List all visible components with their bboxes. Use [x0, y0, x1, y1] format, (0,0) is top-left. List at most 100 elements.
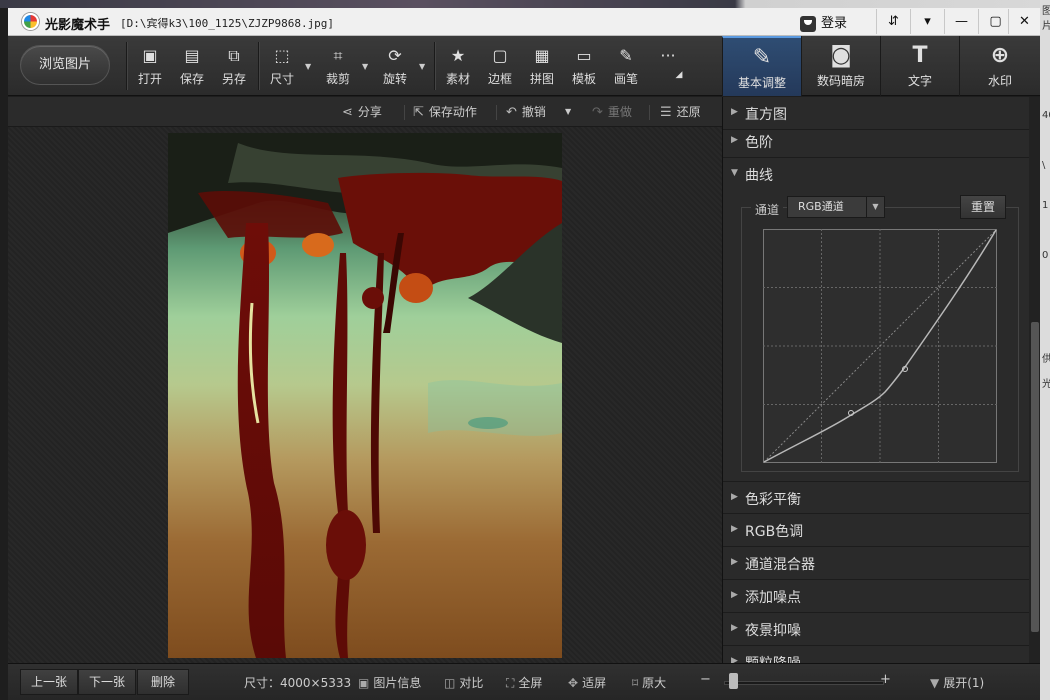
image-canvas[interactable]: [8, 127, 722, 663]
section-label: 通道混合器: [745, 557, 815, 573]
fullscreen-icon: ⛶: [506, 676, 515, 690]
section-grain-denoise[interactable]: ▶ 颗粒降噪: [723, 646, 1029, 663]
save-button[interactable]: ▤ 保存: [172, 44, 212, 90]
tab-label: 水印: [987, 74, 1012, 88]
save-action-button[interactable]: ⇱ 保存动作: [413, 103, 477, 120]
user-icon: [800, 15, 816, 32]
tab-label: 基本调整: [737, 76, 786, 90]
fullscreen-button[interactable]: ⛶ 全屏: [506, 674, 542, 691]
share-label: 分享: [357, 105, 382, 119]
next-image-button[interactable]: 下一张: [78, 669, 136, 695]
section-channel-mixer[interactable]: ▶ 通道混合器: [723, 547, 1029, 580]
app-logo-icon: [22, 13, 39, 30]
chevron-right-icon: ▶: [731, 135, 738, 145]
skin-button[interactable]: ⇵: [876, 9, 910, 34]
scrollbar-thumb[interactable]: [1031, 322, 1039, 632]
tab-text[interactable]: T 文字: [880, 36, 959, 96]
fit-screen-button[interactable]: ✥ 适屏: [568, 674, 606, 691]
desktop-background: [0, 0, 1050, 8]
save-as-button[interactable]: ⧉ 另存: [214, 44, 254, 90]
rotate-button[interactable]: ⟳ 旋转: [375, 44, 415, 90]
expand-button[interactable]: ▼ 展开(1): [930, 674, 984, 691]
prev-image-button[interactable]: 上一张: [20, 669, 78, 695]
section-rgb-tone[interactable]: ▶ RGB色调: [723, 514, 1029, 547]
section-label: 色阶: [745, 135, 773, 151]
desktop-text: \: [1042, 160, 1046, 171]
image-size-text: 尺寸：4000×5333: [244, 676, 352, 690]
section-color-balance[interactable]: ▶ 色彩平衡: [723, 481, 1029, 514]
section-curves[interactable]: ▼ 曲线: [723, 158, 1029, 191]
save-as-label: 另存: [221, 72, 246, 86]
maximize-button[interactable]: ▢: [978, 9, 1012, 34]
section-label: 添加噪点: [745, 590, 801, 606]
template-button[interactable]: ▭ 模板: [564, 44, 604, 90]
section-add-noise[interactable]: ▶ 添加噪点: [723, 580, 1029, 613]
login-button[interactable]: 登录: [800, 12, 880, 33]
more-tools-button[interactable]: ··· ◢: [648, 44, 688, 90]
close-button[interactable]: ✕: [1008, 9, 1040, 34]
triangle-down-icon: ▼: [930, 676, 940, 690]
more-icon: ···: [660, 46, 676, 65]
zoom-out-button[interactable]: −: [700, 672, 711, 687]
chevron-down-icon: ▼: [866, 197, 884, 217]
resize-button[interactable]: ⬚ 尺寸: [262, 44, 302, 90]
panel-tabs: ✎ 基本调整 ◙ 数码暗房 T 文字 ⊕ 水印: [722, 36, 1040, 96]
section-label: RGB色调: [745, 524, 804, 540]
reset-curve-button[interactable]: 重置: [960, 195, 1006, 219]
bottom-bar: 上一张 下一张 删除 尺寸：4000×5333 ▣ 图片信息 ◫ 对比 ⛶ 全屏 ✥ 适…: [8, 663, 1040, 700]
rotate-dropdown-icon[interactable]: ▼: [419, 62, 425, 71]
toolbar-divider: [258, 42, 259, 90]
desktop-text: 光: [1042, 379, 1050, 390]
resize-dropdown-icon[interactable]: ▼: [305, 62, 311, 71]
app-root: 图片 4000 \ 1 0 供 光 光影魔术手 [D:\宾得k3\100_112…: [0, 0, 1050, 700]
section-label: 颗粒降噪: [745, 653, 801, 663]
brush-button[interactable]: ✎ 画笔: [606, 44, 646, 90]
delete-button[interactable]: 删除: [137, 669, 189, 695]
chevron-right-icon: ▶: [731, 590, 738, 600]
action-divider: [649, 105, 650, 120]
minimize-button[interactable]: —: [944, 9, 978, 34]
zoom-in-button[interactable]: +: [880, 672, 891, 687]
undo-dropdown-icon[interactable]: ▼: [565, 107, 571, 116]
section-night-denoise[interactable]: ▶ 夜景抑噪: [723, 613, 1029, 646]
info-icon: ▣: [358, 676, 370, 690]
chevron-down-icon: ▼: [731, 168, 738, 178]
browse-images-button[interactable]: 浏览图片: [20, 45, 110, 85]
crop-dropdown-icon[interactable]: ▼: [362, 62, 368, 71]
resize-label: 尺寸: [269, 72, 294, 86]
text-icon: T: [912, 43, 928, 68]
zoom-slider-track[interactable]: [724, 681, 884, 685]
curve-editor[interactable]: [763, 229, 997, 463]
section-levels[interactable]: ▶ 色阶: [723, 125, 1029, 158]
share-button[interactable]: ⋖ 分享: [342, 103, 382, 120]
desktop-text: 1: [1042, 200, 1049, 211]
collage-button[interactable]: ▦ 拼图: [522, 44, 562, 90]
tab-basic-adjust[interactable]: ✎ 基本调整: [722, 36, 801, 96]
tab-darkroom[interactable]: ◙ 数码暗房: [801, 36, 880, 96]
chevron-right-icon: ▶: [731, 107, 738, 117]
zoom-slider-thumb[interactable]: [728, 673, 738, 689]
undo-button[interactable]: ↶ 撤销: [506, 103, 546, 120]
image-info-button[interactable]: ▣ 图片信息: [358, 674, 421, 691]
section-label: 夜景抑噪: [745, 623, 801, 639]
compare-button[interactable]: ◫ 对比: [444, 674, 483, 691]
photo-preview[interactable]: [168, 133, 562, 658]
border-button[interactable]: ▢ 边框: [480, 44, 520, 90]
adjust-panel: ▶ 直方图 ▶ 色阶 ▼ 曲线 通道 RGB通道 ▼ 重置 ▶ 色彩平衡 ▶ R…: [722, 97, 1040, 663]
open-button[interactable]: ▣ 打开: [130, 44, 170, 90]
material-button[interactable]: ★ 素材: [438, 44, 478, 90]
redo-button[interactable]: ↷ 重做: [592, 103, 632, 120]
tab-watermark[interactable]: ⊕ 水印: [959, 36, 1040, 96]
restore-button[interactable]: ☰ 还原: [660, 103, 701, 120]
restore-icon: ☰: [660, 105, 672, 120]
photo-reflection-image: [168, 133, 562, 658]
crop-button[interactable]: ⌗ 裁剪: [318, 44, 358, 90]
toolbar-divider: [434, 42, 435, 90]
panel-scrollbar[interactable]: [1029, 97, 1040, 663]
material-label: 素材: [445, 72, 470, 86]
channel-select[interactable]: RGB通道 ▼: [787, 196, 885, 218]
desktop-text: 图片: [1042, 6, 1050, 32]
login-label: 登录: [821, 16, 848, 31]
menu-button[interactable]: ▾: [910, 9, 944, 34]
original-size-button[interactable]: ⌑ 原大: [632, 674, 666, 691]
